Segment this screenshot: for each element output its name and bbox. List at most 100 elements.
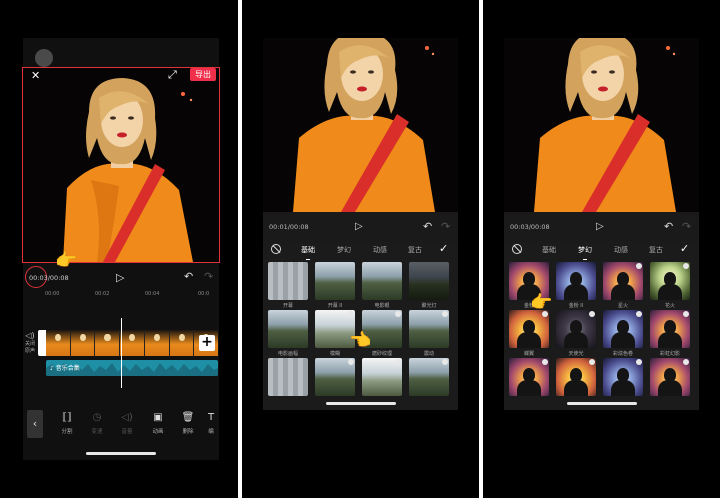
confirm-check-icon[interactable]: ✓: [439, 242, 448, 255]
tab-basic[interactable]: 基础: [542, 245, 556, 255]
effect-label: 震动: [423, 351, 434, 357]
silhouette-body: [564, 332, 588, 348]
redo-icon[interactable]: ↷: [204, 271, 213, 283]
clip-handle[interactable]: [38, 330, 46, 356]
effect-item[interactable]: 开幕 II: [315, 262, 355, 309]
tool-split[interactable]: ⟦⟧ 分割: [55, 412, 79, 435]
screenshot-collage: ✕ ⤢ 导出 00:03/00:08 👉 ▷ ↶ ↷ 00:00 00:02 0…: [0, 0, 720, 498]
tool-volume[interactable]: ◁) 音量: [115, 412, 139, 435]
video-clip-track[interactable]: [46, 330, 219, 356]
effect-thumbnail: [650, 310, 690, 348]
undo-icon[interactable]: ↶: [423, 220, 432, 233]
tool-edit[interactable]: T 编: [203, 412, 219, 435]
effect-item[interactable]: 蝶翼: [509, 310, 549, 357]
assistive-touch-dot[interactable]: [35, 49, 53, 67]
effect-item[interactable]: 电影眼: [362, 262, 402, 309]
download-icon: [442, 311, 448, 317]
add-clip-button[interactable]: +: [199, 335, 215, 351]
fullscreen-icon[interactable]: ⤢: [168, 69, 177, 81]
silhouette-body: [564, 380, 588, 396]
effect-item[interactable]: 彩虹幻影: [650, 310, 690, 357]
effect-thumbnail: [315, 262, 355, 300]
silhouette-body: [658, 284, 682, 300]
silhouette-body: [564, 284, 588, 300]
effect-thumbnail: [603, 310, 643, 348]
split-icon: ⟦⟧: [62, 412, 72, 423]
effect-item[interactable]: [603, 358, 643, 405]
effect-item[interactable]: 彩炫色卷: [603, 310, 643, 357]
home-indicator[interactable]: [567, 402, 637, 405]
effect-item[interactable]: 开幕: [268, 262, 308, 309]
tab-dynamic[interactable]: 动感: [373, 245, 387, 255]
tab-basic[interactable]: 基础: [301, 245, 315, 260]
download-icon: [395, 311, 401, 317]
download-icon: [395, 359, 401, 365]
download-icon: [636, 263, 642, 269]
effect-thumbnail: [362, 358, 402, 396]
silhouette-body: [658, 380, 682, 396]
home-indicator[interactable]: [326, 402, 396, 405]
effects-drawer: 基础 梦幻 动感 复古 ✓ 金粉 金粉 II 星火 花火 蝶翼 天使光 彩炫色卷 彩虹幻影 👉: [504, 242, 699, 410]
effect-item[interactable]: [509, 358, 549, 405]
play-icon[interactable]: ▷: [116, 272, 124, 284]
effect-label: [409, 398, 449, 405]
ruler-tick: 00:04: [145, 291, 160, 297]
ruler-tick: 00:0: [198, 291, 210, 297]
download-icon: [636, 359, 642, 365]
effect-item[interactable]: [650, 358, 690, 405]
tool-animation[interactable]: ▣ 动画: [146, 412, 170, 435]
download-icon: [348, 311, 354, 317]
undo-icon[interactable]: ↶: [664, 220, 673, 233]
speaker-icon: ◁): [25, 331, 35, 340]
effect-item[interactable]: 花火: [650, 262, 690, 309]
tab-retro[interactable]: 复古: [649, 245, 663, 255]
effect-item[interactable]: 金粉 II: [556, 262, 596, 309]
mute-original-audio-button[interactable]: ◁) 关闭原声: [23, 331, 37, 354]
tool-speed[interactable]: ◷ 变速: [85, 412, 109, 435]
play-icon[interactable]: ▷: [355, 221, 363, 232]
effect-item[interactable]: 聚光灯: [409, 262, 449, 309]
clip-frame: [70, 330, 95, 356]
effect-item[interactable]: [556, 358, 596, 405]
effect-label: 磨砂纹理: [371, 351, 392, 357]
redo-icon[interactable]: ↷: [682, 220, 691, 233]
back-button[interactable]: ‹: [27, 410, 43, 438]
effect-item[interactable]: 电影画幅: [268, 310, 308, 357]
music-track[interactable]: ♪ 音乐合集: [46, 360, 218, 376]
tab-retro[interactable]: 复古: [408, 245, 422, 255]
effect-label: 电影画幅: [277, 351, 298, 357]
effect-thumbnail: [650, 262, 690, 300]
effect-category-tabs: 基础 梦幻 动感 复古 ✓: [263, 242, 458, 260]
effect-item[interactable]: 天使光: [556, 310, 596, 357]
effect-item[interactable]: [268, 358, 308, 405]
ruler-tick: 00:02: [95, 291, 110, 297]
confirm-check-icon[interactable]: ✓: [680, 242, 689, 255]
effect-item[interactable]: 震动: [409, 310, 449, 357]
effect-item[interactable]: [362, 358, 402, 405]
effect-item[interactable]: [409, 358, 449, 405]
redo-icon[interactable]: ↷: [441, 220, 450, 233]
home-indicator[interactable]: [86, 452, 156, 455]
close-icon[interactable]: ✕: [31, 70, 40, 82]
playback-bar: 00:01/00:08 ▷ ↶ ↷: [263, 212, 458, 242]
effect-label: 模糊: [329, 351, 340, 357]
play-icon[interactable]: ▷: [596, 221, 604, 232]
effect-label: 蝶翼: [523, 351, 534, 357]
tab-dynamic[interactable]: 动感: [614, 245, 628, 255]
effect-item[interactable]: 星火: [603, 262, 643, 309]
undo-icon[interactable]: ↶: [184, 271, 193, 283]
tab-dreamy[interactable]: 梦幻: [578, 245, 592, 260]
effect-label: 星火: [617, 303, 628, 309]
effect-item[interactable]: [315, 358, 355, 405]
effect-thumbnail: [509, 358, 549, 396]
no-effect-icon[interactable]: [512, 244, 522, 254]
clip-frame: [169, 330, 194, 356]
tab-dreamy[interactable]: 梦幻: [337, 245, 351, 255]
playhead[interactable]: [121, 318, 122, 388]
clip-frame: [46, 330, 70, 356]
no-effect-icon[interactable]: [271, 244, 281, 254]
effect-thumbnail: [650, 358, 690, 396]
playback-bar: 00:03/00:08 ▷ ↶ ↷: [504, 212, 699, 242]
tool-delete[interactable]: 🗑 删除: [176, 412, 200, 435]
export-button[interactable]: 导出: [190, 68, 216, 81]
